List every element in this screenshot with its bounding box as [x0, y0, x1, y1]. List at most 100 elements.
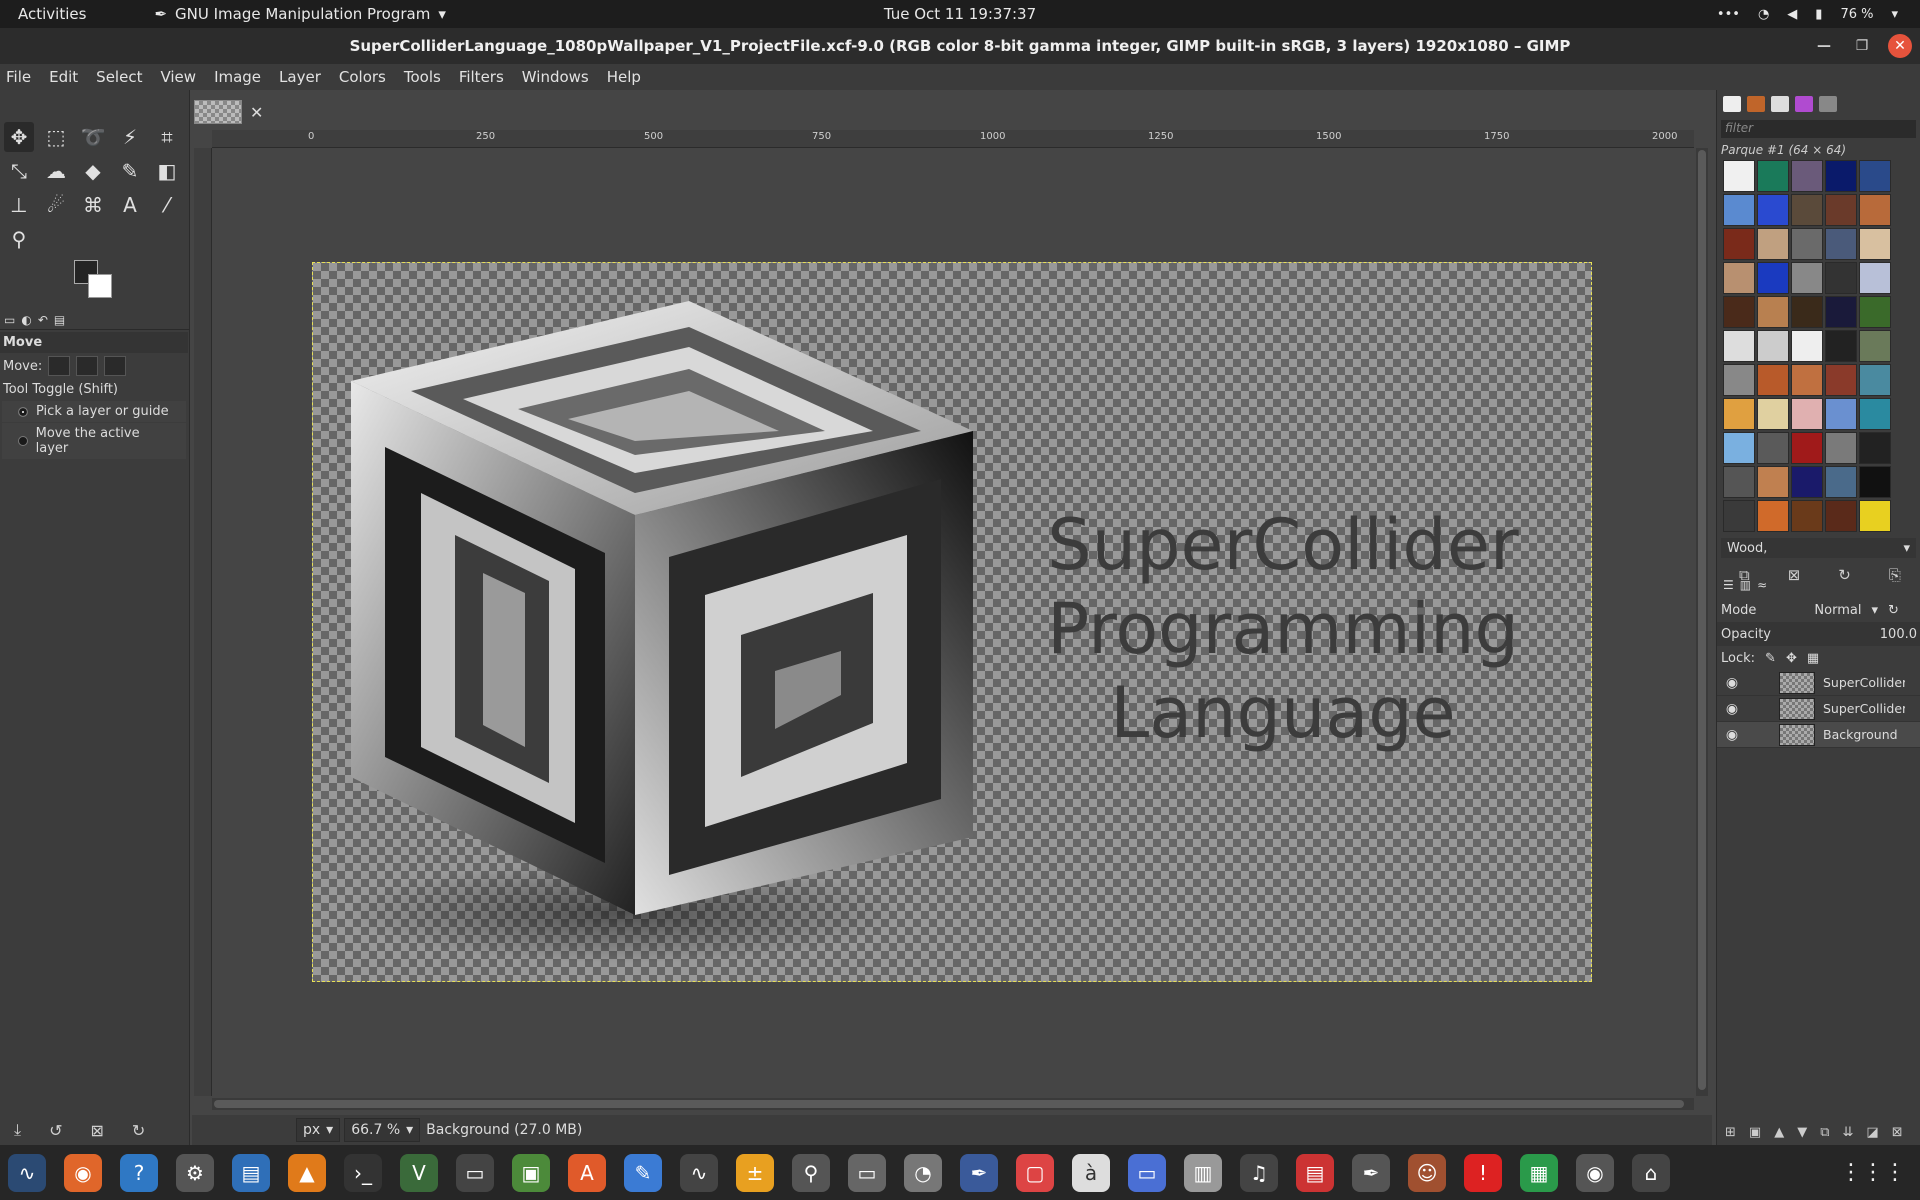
horizontal-ruler[interactable]: 0 250 500 750 1000 1250 1500 1750 2000: [212, 130, 1694, 148]
clone-tool-icon[interactable]: ⊥: [4, 190, 34, 220]
images-tab-icon[interactable]: ▤: [54, 313, 65, 327]
pdf-viewer-icon[interactable]: ▤: [1296, 1153, 1334, 1192]
vlc-icon[interactable]: ▲: [288, 1153, 326, 1192]
move-active-layer-radio[interactable]: Move the active layer: [2, 423, 186, 459]
pattern-swatch[interactable]: [1859, 228, 1891, 260]
menu-select[interactable]: Select: [87, 68, 151, 86]
unit-selector[interactable]: px ▾: [296, 1118, 341, 1142]
pick-layer-radio[interactable]: Pick a layer or guide: [2, 401, 186, 422]
vertical-scrollbar[interactable]: [1696, 148, 1708, 1096]
crop-tool-icon[interactable]: ⌗: [152, 122, 182, 152]
pattern-swatch[interactable]: [1723, 194, 1755, 226]
remote-desktop-icon[interactable]: ▭: [456, 1153, 494, 1192]
pattern-swatch[interactable]: [1825, 466, 1857, 498]
pattern-swatch[interactable]: [1825, 194, 1857, 226]
menu-layer[interactable]: Layer: [270, 68, 330, 86]
lower-layer-icon[interactable]: ▼: [1797, 1125, 1807, 1140]
pattern-swatch[interactable]: [1859, 432, 1891, 464]
layer-name[interactable]: SuperCollider ...: [1823, 675, 1905, 690]
writer-icon[interactable]: ▤: [232, 1153, 270, 1192]
channels-tab-icon[interactable]: ▥: [1740, 578, 1751, 592]
pattern-swatch[interactable]: [1859, 500, 1891, 532]
pattern-swatch[interactable]: [1859, 364, 1891, 396]
tool-options-tab-icon[interactable]: ▭: [4, 313, 15, 327]
mask-icon[interactable]: ◪: [1866, 1125, 1878, 1140]
close-button[interactable]: ✕: [1888, 34, 1912, 58]
merge-layer-icon[interactable]: ⇊: [1843, 1125, 1854, 1140]
eye-icon[interactable]: ◉: [1717, 727, 1747, 743]
layer-name[interactable]: SuperCollider_...: [1823, 701, 1905, 716]
calculator-icon[interactable]: ±: [736, 1153, 774, 1192]
menu-help[interactable]: Help: [598, 68, 650, 86]
reset-icon[interactable]: ↻: [132, 1121, 145, 1140]
scroll-thumb[interactable]: [214, 1100, 1684, 1108]
files-icon[interactable]: ▭: [848, 1153, 886, 1192]
lasso-tool-icon[interactable]: ➰: [78, 122, 108, 152]
menu-tools[interactable]: Tools: [395, 68, 450, 86]
menu-file[interactable]: File: [0, 68, 40, 86]
maximize-button[interactable]: ❐: [1850, 34, 1874, 58]
rect-select-tool-icon[interactable]: ⬚: [41, 122, 71, 152]
smudge-tool-icon[interactable]: ☄: [41, 190, 71, 220]
delete-layer-icon[interactable]: ⊠: [1892, 1125, 1903, 1140]
pattern-swatch[interactable]: [1723, 500, 1755, 532]
pattern-swatch[interactable]: [1859, 194, 1891, 226]
inkscape-icon[interactable]: ✒: [960, 1153, 998, 1192]
move-selection-button[interactable]: [76, 356, 99, 376]
minimize-button[interactable]: —: [1812, 34, 1836, 58]
color-picker-tool-icon[interactable]: ⁄: [152, 190, 182, 220]
pattern-swatch[interactable]: [1859, 160, 1891, 192]
scroll-thumb[interactable]: [1698, 150, 1706, 1090]
pattern-swatch[interactable]: [1791, 466, 1823, 498]
pattern-swatch[interactable]: [1757, 330, 1789, 362]
new-group-icon[interactable]: ▣: [1749, 1125, 1761, 1140]
settings-icon[interactable]: ⚙: [176, 1153, 214, 1192]
image-canvas[interactable]: SuperCollider Programming Language: [312, 262, 1592, 982]
help-icon[interactable]: ?: [120, 1153, 158, 1192]
updates-icon[interactable]: ⌂: [1632, 1153, 1670, 1192]
pattern-swatch[interactable]: [1757, 228, 1789, 260]
pattern-swatch[interactable]: [1757, 160, 1789, 192]
pattern-swatch[interactable]: [1825, 398, 1857, 430]
system-monitor-icon[interactable]: ∿: [8, 1153, 46, 1192]
close-tab-icon[interactable]: ✕: [250, 103, 263, 122]
bucket-fill-tool-icon[interactable]: ◆: [78, 156, 108, 186]
vertical-ruler[interactable]: [194, 148, 212, 1096]
pattern-swatch[interactable]: [1825, 330, 1857, 362]
pattern-swatch[interactable]: [1723, 296, 1755, 328]
game-icon[interactable]: ☺: [1408, 1153, 1446, 1192]
pattern-swatch[interactable]: [1791, 500, 1823, 532]
layer-row[interactable]: ◉ Background: [1717, 722, 1920, 748]
pattern-swatch[interactable]: [1791, 398, 1823, 430]
pattern-swatch[interactable]: [1757, 364, 1789, 396]
pattern-swatch[interactable]: [1859, 262, 1891, 294]
pattern-swatch[interactable]: [1791, 296, 1823, 328]
pattern-swatch[interactable]: [1825, 500, 1857, 532]
paths-tool-icon[interactable]: ⌘: [78, 190, 108, 220]
palettes-tab-icon[interactable]: [1819, 96, 1837, 112]
music-icon[interactable]: ♫: [1240, 1153, 1278, 1192]
lock-alpha-icon[interactable]: ▦: [1807, 651, 1819, 666]
fuzzy-select-tool-icon[interactable]: ⚡: [115, 122, 145, 152]
camera-icon[interactable]: ◉: [1576, 1153, 1614, 1192]
background-color[interactable]: [88, 274, 112, 298]
pattern-swatch[interactable]: [1859, 330, 1891, 362]
canvas-area[interactable]: ✕ 0 250 500 750 1000 1250 1500 1750 2000: [192, 90, 1712, 1115]
undo-history-tab-icon[interactable]: ↶: [38, 313, 48, 327]
pattern-swatch[interactable]: [1757, 500, 1789, 532]
patterns-tab-icon[interactable]: [1747, 96, 1765, 112]
fg-bg-colors[interactable]: [74, 260, 114, 300]
lock-pixels-icon[interactable]: ✎: [1765, 651, 1776, 666]
mode-select[interactable]: Normal: [1814, 603, 1861, 618]
pattern-swatch[interactable]: [1791, 364, 1823, 396]
raise-layer-icon[interactable]: ▲: [1774, 1125, 1784, 1140]
menu-colors[interactable]: Colors: [330, 68, 395, 86]
spreadsheet-icon[interactable]: ▦: [1520, 1153, 1558, 1192]
software-center-icon[interactable]: A: [568, 1153, 606, 1192]
move-tool-icon[interactable]: ✥: [4, 122, 34, 152]
menu-windows[interactable]: Windows: [513, 68, 598, 86]
reset-mode-icon[interactable]: ↻: [1888, 603, 1899, 618]
opacity-row[interactable]: Opacity 100.0: [1717, 622, 1920, 646]
text-tool-icon[interactable]: A: [115, 190, 145, 220]
disk-usage-icon[interactable]: ◔: [904, 1153, 942, 1192]
